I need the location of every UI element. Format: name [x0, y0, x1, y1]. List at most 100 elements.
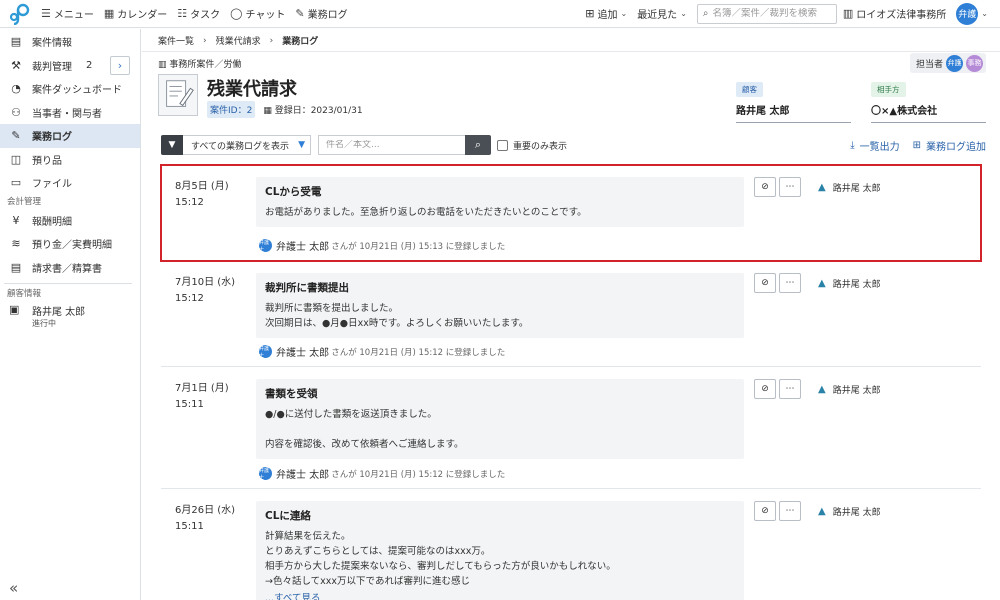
- log-related-person[interactable]: ▲ 路井尾 太郎: [818, 277, 881, 290]
- top-nav-label: 業務ログ: [307, 10, 348, 21]
- important-only-checkbox[interactable]: 重要のみ表示: [497, 139, 567, 152]
- log-datetime: 7月10日 (水) 15:12: [175, 275, 235, 307]
- log-related-person[interactable]: ▲ 路井尾 太郎: [818, 383, 881, 396]
- client-party-name[interactable]: 路井尾 太郎: [736, 102, 851, 123]
- sidebar-item-label: 請求書／精算書: [32, 263, 102, 275]
- sidebar-item[interactable]: ✎ 業務ログ: [0, 124, 140, 148]
- log-filter-select[interactable]: すべての業務ログを表示 ▼: [183, 135, 311, 155]
- breadcrumb: 案件一覧 › 残業代請求 › 業務ログ: [158, 34, 318, 48]
- opponent-party: 相手方 〇×▲株式会社: [871, 82, 986, 123]
- filter-icon[interactable]: ▼: [161, 135, 183, 155]
- link-button[interactable]: ⊘: [754, 501, 776, 521]
- divider: [4, 283, 132, 284]
- log-related-person[interactable]: ▲ 路井尾 太郎: [818, 181, 881, 194]
- log-entry[interactable]: 7月1日 (月) 15:11 書類を受領 ●/●に送付した書類を返送頂きました。 内容…: [161, 367, 981, 489]
- log-body[interactable]: 書類を受領 ●/●に送付した書類を返送頂きました。 内容を確認後、改めて依頼者へご…: [256, 379, 744, 459]
- log-related-person[interactable]: ▲ 路井尾 太郎: [818, 505, 881, 518]
- log-entry[interactable]: 6月26日 (水) 15:11 CLに連絡 計算結果を伝えた。 とりあえずこちらとして…: [161, 489, 981, 600]
- top-nav-label: チャット: [245, 10, 286, 21]
- collapse-sidebar-icon[interactable]: «: [9, 579, 18, 597]
- case-type-label: 事務所案件／労働: [169, 60, 242, 70]
- calendar-icon: ▦: [263, 106, 272, 116]
- plus-box-icon: ⊞: [912, 140, 921, 151]
- more-options-button[interactable]: ⋯: [779, 501, 801, 521]
- breadcrumb-case-list[interactable]: 案件一覧: [158, 34, 194, 47]
- breadcrumb-case[interactable]: 残業代請求: [216, 34, 261, 47]
- log-body[interactable]: CLに連絡 計算結果を伝えた。 とりあえずこちらとしては、提案可能なのはxxx万。…: [256, 501, 744, 600]
- sidebar-item[interactable]: ▤ 案件情報: [0, 30, 140, 54]
- recent-menu[interactable]: 最近見た ⌄: [637, 6, 687, 21]
- sidebar-item[interactable]: ▤ 請求書／精算書: [0, 256, 140, 280]
- log-title: 書類を受領: [265, 388, 318, 400]
- sidebar-item[interactable]: ≋ 預り金／実費明細: [0, 232, 140, 256]
- author-name: 弁護士 太郎: [276, 348, 330, 359]
- sidebar-item[interactable]: ◔ 案件ダッシュボード: [0, 77, 140, 101]
- registered-at: さんが 10月21日 (月) 15:12 に登録しました: [331, 469, 506, 480]
- dashboard-icon: ◔: [11, 82, 21, 96]
- assignee-box[interactable]: 担当者 弁護 事務: [909, 53, 986, 73]
- client-party: 顧客 路井尾 太郎: [736, 82, 851, 123]
- top-nav-item[interactable]: ☷ タスク: [177, 6, 220, 21]
- log-entry[interactable]: 7月10日 (水) 15:12 裁判所に書類提出 裁判所に書類を提出しました。 次回期…: [161, 261, 981, 367]
- log-body[interactable]: CLから受電 お電話がありました。至急折り返しのお電話をいただきたいとのことです。: [256, 177, 744, 227]
- search-button[interactable]: ⌕: [465, 135, 491, 155]
- top-bar: ☰メニュー ▦カレンダー ☷タスク ◯チャット ✎業務ログ ⊞追加⌄ 最近見た⌄ ⌕ ▥…: [0, 0, 1000, 28]
- add-log-button[interactable]: ⊞ 業務ログ追加: [913, 138, 986, 153]
- top-nav-item[interactable]: ☰ メニュー: [41, 6, 94, 21]
- log-search-input[interactable]: [326, 140, 461, 150]
- chat-bubble-icon: ◯: [230, 7, 243, 20]
- case-type: ▥ 事務所案件／労働: [158, 57, 241, 70]
- sidebar-item[interactable]: ◫ 預り品: [0, 148, 140, 172]
- task-list-icon: ☷: [177, 7, 188, 20]
- chevron-down-icon: ⌄: [620, 9, 628, 18]
- search-icon: ⌕: [474, 138, 482, 151]
- more-options-button[interactable]: ⋯: [779, 177, 801, 197]
- checkbox-box[interactable]: [497, 139, 508, 151]
- office-menu[interactable]: ▥ ロイオズ法律事務所: [843, 6, 946, 21]
- office-name: ロイオズ法律事務所: [856, 10, 947, 21]
- app-logo[interactable]: [9, 3, 31, 25]
- link-button[interactable]: ⊘: [754, 177, 776, 197]
- log-buttons: ⊘ ⋯: [754, 273, 804, 293]
- export-list-button[interactable]: ⤓ 一覧出力: [850, 138, 899, 153]
- chevron-right-icon[interactable]: ›: [110, 55, 130, 75]
- more-options-button[interactable]: ⋯: [779, 379, 801, 399]
- log-actions: ⤓ 一覧出力 ⊞ 業務ログ追加: [837, 138, 986, 153]
- log-date: 8月5日 (月): [175, 181, 229, 192]
- log-entry[interactable]: 8月5日 (月) 15:12 CLから受電 お電話がありました。至急折り返しのお電話を…: [160, 164, 982, 262]
- sidebar-client[interactable]: ▣ 路井尾 太郎 進行中: [0, 301, 140, 329]
- show-all-link[interactable]: ...すべて見る: [265, 590, 735, 600]
- sidebar-item[interactable]: ⚇ 当事者・関与者: [0, 101, 140, 125]
- more-options-button[interactable]: ⋯: [779, 273, 801, 293]
- log-time: 15:12: [175, 293, 204, 304]
- author-name: 弁護士 太郎: [276, 242, 330, 253]
- client-status: 進行中: [32, 319, 56, 328]
- accounting-section-label: 会計管理: [7, 196, 42, 207]
- global-search-input[interactable]: [712, 8, 831, 19]
- sidebar-item-label: 裁判管理: [32, 61, 72, 73]
- search-icon: ⌕: [702, 8, 709, 19]
- people-icon: ⚇: [11, 105, 21, 119]
- sidebar-item[interactable]: ▭ ファイル: [0, 171, 140, 195]
- opponent-party-name[interactable]: 〇×▲株式会社: [871, 102, 986, 123]
- link-button[interactable]: ⊘: [754, 379, 776, 399]
- log-buttons: ⊘ ⋯: [754, 177, 804, 197]
- top-nav-item[interactable]: ✎ 業務ログ: [295, 6, 347, 21]
- sidebar-item[interactable]: ¥ 報酬明細: [0, 209, 140, 233]
- coins-icon: ≋: [11, 237, 21, 251]
- person-icon: ▲: [818, 182, 826, 193]
- user-menu[interactable]: 弁護 ⌄: [956, 2, 988, 25]
- add-menu[interactable]: ⊞ 追加 ⌄: [585, 6, 627, 21]
- chevron-down-icon: ⌄: [981, 9, 988, 18]
- sidebar-item[interactable]: ⚒ 裁判管理 2 ›: [0, 54, 140, 78]
- case-document-icon: [158, 74, 198, 116]
- log-body[interactable]: 裁判所に書類提出 裁判所に書類を提出しました。 次回期日は、●月●日xx時です。よ…: [256, 273, 744, 338]
- link-button[interactable]: ⊘: [754, 273, 776, 293]
- case-registered-label: 登録日：2023/01/31: [274, 106, 363, 116]
- registered-at: さんが 10月21日 (月) 15:12 に登録しました: [331, 347, 506, 358]
- top-nav-item[interactable]: ▦ カレンダー: [104, 6, 167, 21]
- log-registered-by: 弁護士 弁護士 太郎 さんが 10月21日 (月) 15:12 に登録しました: [259, 466, 505, 481]
- log-datetime: 7月1日 (月) 15:11: [175, 381, 229, 413]
- top-nav-item[interactable]: ◯ チャット: [230, 6, 285, 21]
- log-person-name: 路井尾 太郎: [832, 386, 881, 396]
